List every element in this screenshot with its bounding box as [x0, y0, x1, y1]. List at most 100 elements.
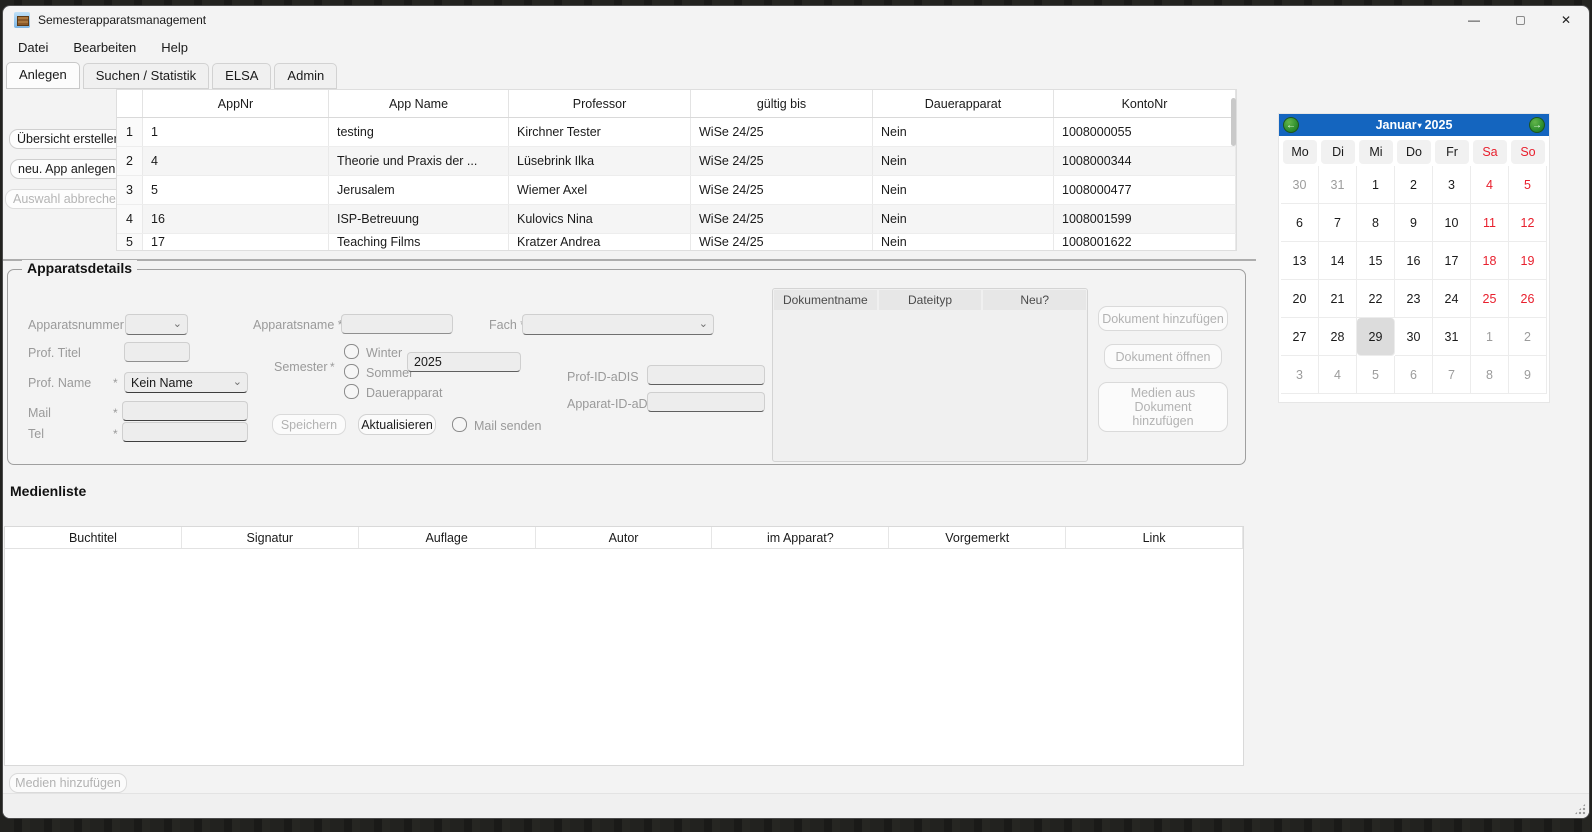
calendar-day[interactable]: 19 [1509, 242, 1547, 280]
calendar-day[interactable]: 20 [1281, 280, 1319, 318]
calendar-day[interactable]: 11 [1471, 204, 1509, 242]
minimize-button[interactable]: — [1451, 6, 1497, 34]
calendar-day[interactable]: 26 [1509, 280, 1547, 318]
media-column-link[interactable]: Link [1066, 527, 1243, 548]
media-column-auflage[interactable]: Auflage [359, 527, 536, 548]
speichern-button[interactable]: Speichern [272, 414, 346, 435]
calendar-day[interactable]: 5 [1357, 356, 1395, 394]
calendar-day[interactable]: 30 [1395, 318, 1433, 356]
semester-year-input[interactable]: 2025 [407, 352, 521, 372]
calendar-day[interactable]: 9 [1395, 204, 1433, 242]
calendar-day[interactable]: 28 [1319, 318, 1357, 356]
calendar-day[interactable]: 14 [1319, 242, 1357, 280]
prof-titel-input[interactable] [124, 342, 190, 362]
mail-input[interactable] [122, 401, 248, 421]
column-header-kontonr[interactable]: KontoNr [1054, 90, 1236, 117]
aktualisieren-button[interactable]: Aktualisieren [358, 414, 436, 435]
apps-table-scrollbar[interactable] [1231, 98, 1236, 146]
calendar-day[interactable]: 4 [1319, 356, 1357, 394]
doc-column-neu[interactable]: Neu? [983, 290, 1086, 310]
prev-month-button[interactable]: ← [1283, 117, 1299, 133]
tab-anlegen[interactable]: Anlegen [6, 62, 80, 89]
calendar-day[interactable]: 15 [1357, 242, 1395, 280]
fach-select[interactable]: ⌄ [522, 314, 714, 335]
calendar-day[interactable]: 6 [1395, 356, 1433, 394]
media-column-buchtitel[interactable]: Buchtitel [5, 527, 182, 548]
calendar-day[interactable]: 8 [1357, 204, 1395, 242]
dauerapparat-radio[interactable] [344, 384, 359, 399]
calendar-day[interactable]: 22 [1357, 280, 1395, 318]
tab-suchen-statistik[interactable]: Suchen / Statistik [83, 63, 209, 89]
menu-bearbeiten[interactable]: Bearbeiten [63, 37, 146, 58]
calendar-day[interactable]: 7 [1433, 356, 1471, 394]
maximize-button[interactable] [1497, 6, 1543, 34]
splitter[interactable] [3, 259, 1256, 261]
close-button[interactable]: ✕ [1543, 6, 1589, 34]
menu-datei[interactable]: Datei [8, 37, 58, 58]
media-column-im-apparat[interactable]: im Apparat? [712, 527, 889, 548]
media-column-vorgemerkt[interactable]: Vorgemerkt [889, 527, 1066, 548]
sommer-radio[interactable] [344, 364, 359, 379]
auswahl-abbrechen-button[interactable]: Auswahl abbrechen [5, 189, 131, 209]
calendar-day[interactable]: 31 [1433, 318, 1471, 356]
apparat-id-adis-input[interactable] [647, 392, 765, 412]
tab-admin[interactable]: Admin [274, 63, 337, 89]
column-header-appname[interactable]: App Name [329, 90, 509, 117]
calendar-day[interactable]: 3 [1281, 356, 1319, 394]
media-column-signatur[interactable]: Signatur [182, 527, 359, 548]
calendar-day[interactable]: 29 [1357, 318, 1395, 356]
calendar-day[interactable]: 30 [1281, 166, 1319, 204]
calendar-month-year[interactable]: Januar▾2025 [1299, 118, 1529, 132]
calendar-day[interactable]: 24 [1433, 280, 1471, 318]
winter-radio[interactable] [344, 344, 359, 359]
calendar-day[interactable]: 23 [1395, 280, 1433, 318]
next-month-button[interactable]: → [1529, 117, 1545, 133]
apparatsnummer-select[interactable]: ⌄ [125, 314, 188, 335]
medien-hinzufuegen-button[interactable]: Medien hinzufügen [9, 773, 127, 793]
table-row[interactable]: 11testingKirchner TesterWiSe 24/25Nein10… [117, 118, 1236, 147]
prof-id-adis-input[interactable] [647, 365, 765, 385]
calendar-day[interactable]: 6 [1281, 204, 1319, 242]
calendar-day[interactable]: 18 [1471, 242, 1509, 280]
table-row[interactable]: 35JerusalemWiemer AxelWiSe 24/25Nein1008… [117, 176, 1236, 205]
calendar-day[interactable]: 25 [1471, 280, 1509, 318]
mail-senden-checkbox[interactable] [452, 417, 467, 432]
medien-aus-dokument-button[interactable]: Medien aus Dokument hinzufügen [1098, 382, 1228, 432]
column-header-professor[interactable]: Professor [509, 90, 691, 117]
dokument-hinzufuegen-button[interactable]: Dokument hinzufügen [1098, 306, 1228, 331]
column-header-gueltig-bis[interactable]: gültig bis [691, 90, 873, 117]
doc-column-dateityp[interactable]: Dateityp [879, 290, 982, 310]
resize-grip-icon[interactable] [1574, 803, 1586, 815]
calendar-day[interactable]: 27 [1281, 318, 1319, 356]
tel-input[interactable] [122, 422, 248, 442]
title-bar[interactable]: Semesterapparatsmanagement — ✕ [3, 6, 1589, 34]
calendar-day[interactable]: 21 [1319, 280, 1357, 318]
menu-help[interactable]: Help [151, 37, 198, 58]
dokument-oeffnen-button[interactable]: Dokument öffnen [1104, 344, 1222, 369]
doc-column-dokumentname[interactable]: Dokumentname [774, 290, 877, 310]
calendar-day[interactable]: 31 [1319, 166, 1357, 204]
calendar-day[interactable]: 4 [1471, 166, 1509, 204]
calendar-day[interactable]: 7 [1319, 204, 1357, 242]
calendar-day[interactable]: 8 [1471, 356, 1509, 394]
calendar-day[interactable]: 3 [1433, 166, 1471, 204]
table-row[interactable]: 24Theorie und Praxis der ...Lüsebrink Il… [117, 147, 1236, 176]
calendar-day[interactable]: 9 [1509, 356, 1547, 394]
calendar-day[interactable]: 1 [1357, 166, 1395, 204]
column-header-dauerapparat[interactable]: Dauerapparat [873, 90, 1054, 117]
column-header-appnr[interactable]: AppNr [143, 90, 329, 117]
calendar-day[interactable]: 13 [1281, 242, 1319, 280]
table-row[interactable]: 416ISP-BetreuungKulovics NinaWiSe 24/25N… [117, 205, 1236, 234]
calendar-day[interactable]: 17 [1433, 242, 1471, 280]
calendar-day[interactable]: 2 [1509, 318, 1547, 356]
apparatsname-input[interactable] [341, 314, 453, 334]
calendar-day[interactable]: 10 [1433, 204, 1471, 242]
neu-app-anlegen-button[interactable]: neu. App anlegen [10, 159, 123, 179]
uebersicht-erstellen-button[interactable]: Übersicht erstellen [9, 129, 129, 149]
prof-name-select[interactable]: Kein Name⌄ [124, 372, 248, 393]
media-column-autor[interactable]: Autor [536, 527, 713, 548]
calendar-day[interactable]: 2 [1395, 166, 1433, 204]
calendar-day[interactable]: 12 [1509, 204, 1547, 242]
calendar-day[interactable]: 1 [1471, 318, 1509, 356]
calendar-day[interactable]: 16 [1395, 242, 1433, 280]
